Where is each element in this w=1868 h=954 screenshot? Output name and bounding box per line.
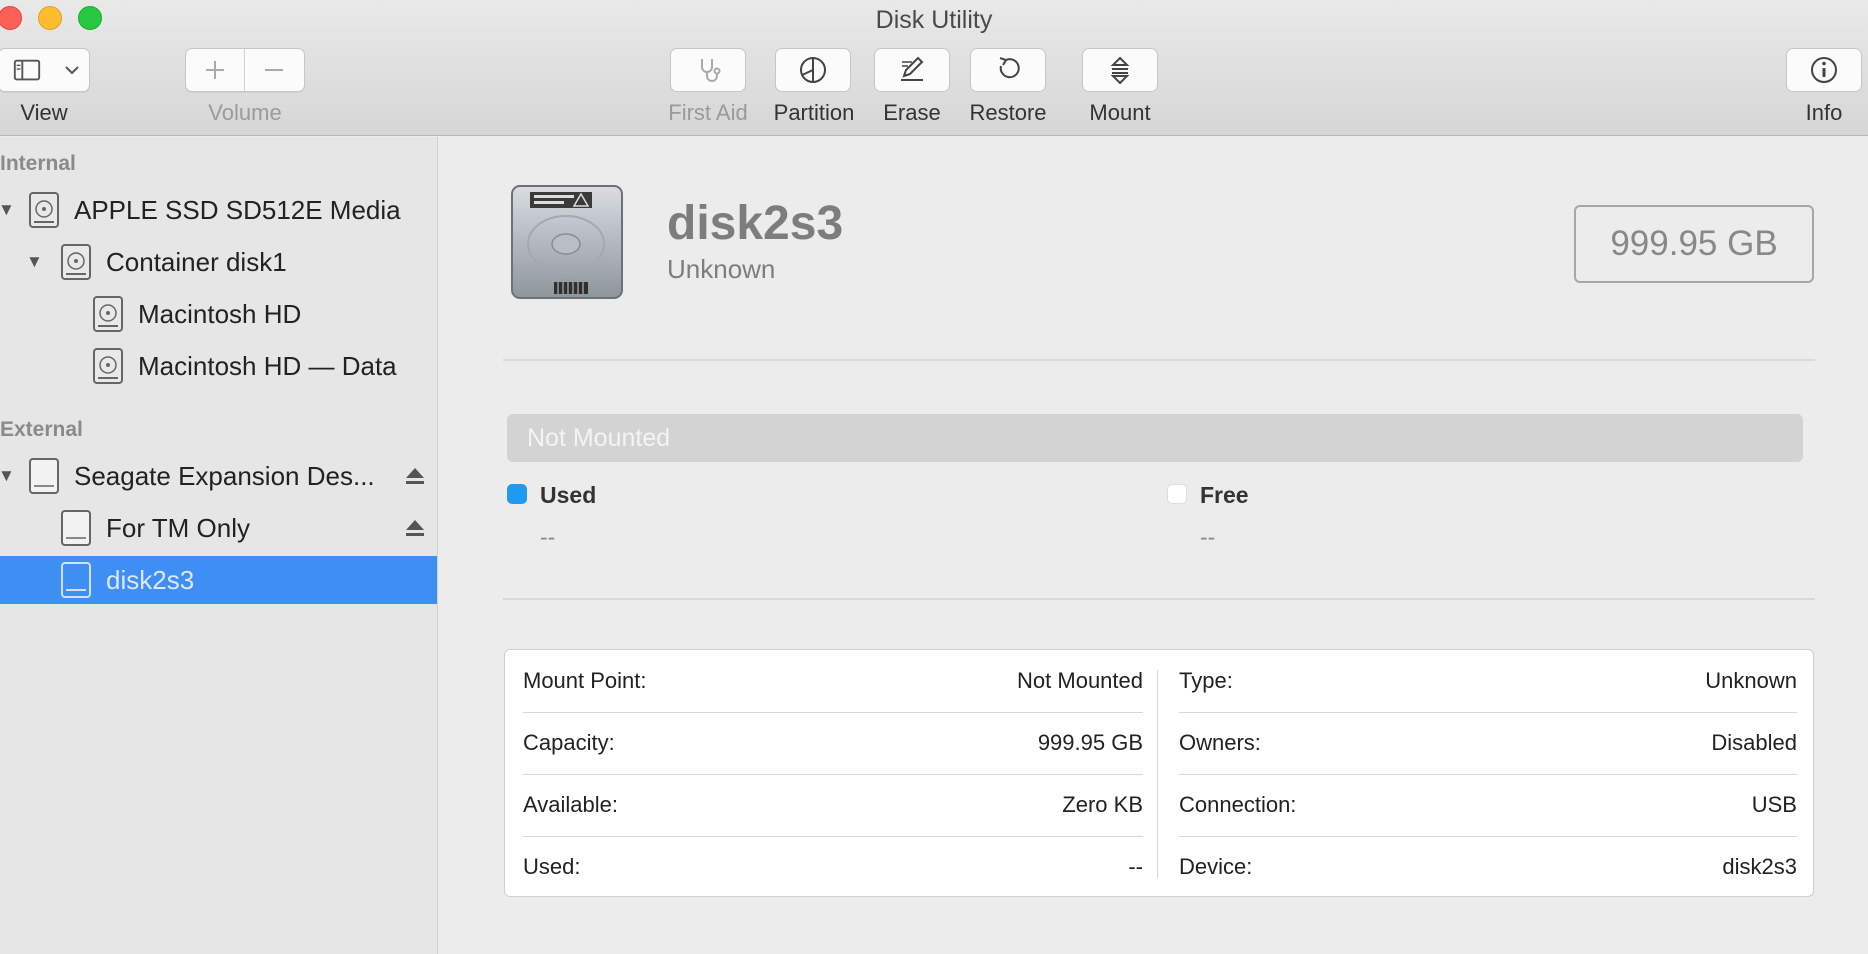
info-value: USB (1751, 792, 1797, 817)
info-value: Unknown (1705, 668, 1797, 693)
info-icon (1811, 57, 1837, 83)
info-value: 999.95 GB (1037, 730, 1143, 755)
used-legend-label: Used (540, 482, 597, 508)
used-value: -- (540, 524, 556, 550)
internal-disk-icon (61, 244, 91, 280)
column-divider (1157, 670, 1158, 878)
internal-section-header: Internal (0, 152, 76, 175)
internal-disk-icon (29, 192, 59, 228)
disclosure-triangle-icon[interactable]: ▼ (26, 252, 43, 272)
info-key: Capacity: (523, 730, 615, 755)
info-row-available: Available: Zero KB (523, 774, 1143, 836)
volume-button-group (185, 48, 305, 92)
first-aid-button[interactable] (670, 48, 746, 92)
sidebar-item-label: Macintosh HD (138, 298, 302, 329)
volume-label: Volume (208, 100, 282, 125)
erase-label: Erase (883, 100, 941, 125)
info-row-used: Used: -- (523, 836, 1143, 898)
info-row-mount-point: Mount Point: Not Mounted (523, 650, 1143, 712)
info-row-type: Type: Unknown (1179, 650, 1797, 712)
add-volume-button[interactable] (186, 49, 244, 91)
mount-button[interactable] (1082, 48, 1158, 92)
external-disk-icon (61, 510, 91, 546)
sidebar-item-label: Seagate Expansion Des... (74, 460, 375, 491)
capacity-badge: 999.95 GB (1574, 205, 1814, 283)
info-key: Device: (1179, 854, 1253, 879)
info-value: Not Mounted (1017, 668, 1143, 693)
info-key: Owners: (1179, 730, 1261, 755)
sidebar-item-label: Container disk1 (106, 246, 287, 277)
disclosure-triangle-icon[interactable]: ▼ (0, 200, 15, 220)
disk-name: disk2s3 (667, 197, 844, 250)
free-value: -- (1200, 524, 1216, 550)
plus-icon (206, 61, 224, 79)
internal-disk-icon (93, 296, 123, 332)
first-aid-label: First Aid (668, 100, 748, 125)
sidebar-item-seagate-expansion[interactable]: ▼ Seagate Expansion Des... (0, 452, 437, 500)
info-button[interactable] (1786, 48, 1862, 92)
info-value: Disabled (1711, 730, 1797, 755)
info-value: disk2s3 (1722, 854, 1797, 879)
info-key: Available: (523, 792, 618, 817)
info-label: Info (1805, 100, 1843, 125)
info-row-capacity: Capacity: 999.95 GB (523, 712, 1143, 774)
info-row-device: Device: disk2s3 (1179, 836, 1797, 898)
sidebar-item-label: Macintosh HD — Data (138, 350, 397, 381)
sidebar-item-label: For TM Only (106, 512, 250, 543)
divider (503, 598, 1815, 600)
chevron-down-icon (55, 49, 89, 91)
pencil-icon (901, 56, 924, 81)
info-key: Type: (1179, 668, 1233, 693)
internal-disk-icon (93, 348, 123, 384)
usage-bar-text: Not Mounted (527, 424, 671, 452)
disk-format: Unknown (667, 254, 776, 284)
info-row-connection: Connection: USB (1179, 774, 1797, 836)
sidebar-item-label: disk2s3 (106, 564, 195, 595)
external-section-header: External (0, 418, 83, 441)
view-label: View (20, 100, 68, 125)
mount-label: Mount (1089, 100, 1151, 125)
external-disk-icon (61, 562, 91, 598)
window-title: Disk Utility (875, 6, 993, 34)
stethoscope-icon (701, 59, 721, 82)
partition-button[interactable] (775, 48, 851, 92)
disclosure-triangle-icon[interactable]: ▼ (0, 466, 15, 486)
info-key: Connection: (1179, 792, 1297, 817)
sidebar-item-macintosh-hd[interactable]: Macintosh HD (0, 290, 437, 338)
pie-icon (800, 57, 826, 83)
sidebar-item-apple-ssd[interactable]: ▼ APPLE SSD SD512E Media (0, 186, 437, 234)
info-table: Mount Point: Not Mounted Capacity: 999.9… (504, 649, 1814, 897)
sidebar-item-disk2s3[interactable]: disk2s3 (0, 556, 437, 604)
mount-icon (1110, 56, 1130, 85)
sidebar-item-container-disk1[interactable]: ▼ Container disk1 (0, 238, 437, 286)
divider (503, 359, 1815, 361)
info-key: Used: (523, 854, 581, 879)
restore-icon (999, 57, 1020, 79)
usage-bar: Not Mounted (507, 414, 1803, 462)
sidebar-icon (0, 49, 55, 91)
hard-drive-icon (511, 185, 623, 299)
partition-label: Partition (773, 100, 855, 125)
info-row-owners: Owners: Disabled (1179, 712, 1797, 774)
view-button[interactable] (0, 48, 90, 92)
eject-icon[interactable] (404, 465, 426, 487)
used-swatch (507, 484, 527, 504)
remove-volume-button[interactable] (244, 49, 302, 91)
eject-icon[interactable] (404, 517, 426, 539)
info-value: -- (1128, 854, 1143, 879)
free-legend-label: Free (1200, 482, 1249, 508)
free-swatch (1167, 484, 1187, 504)
sidebar-item-for-tm-only[interactable]: For TM Only (0, 504, 437, 552)
toolbar: Disk Utility View Volume First Aid Parti… (0, 0, 1868, 136)
external-disk-icon (29, 458, 59, 494)
restore-button[interactable] (970, 48, 1046, 92)
restore-label: Restore (969, 100, 1047, 125)
sidebar-item-label: APPLE SSD SD512E Media (74, 194, 401, 225)
info-value: Zero KB (1062, 792, 1143, 817)
erase-button[interactable] (874, 48, 950, 92)
info-key: Mount Point: (523, 668, 647, 693)
minus-icon (264, 69, 283, 71)
sidebar-item-macintosh-hd-data[interactable]: Macintosh HD — Data (0, 342, 437, 390)
